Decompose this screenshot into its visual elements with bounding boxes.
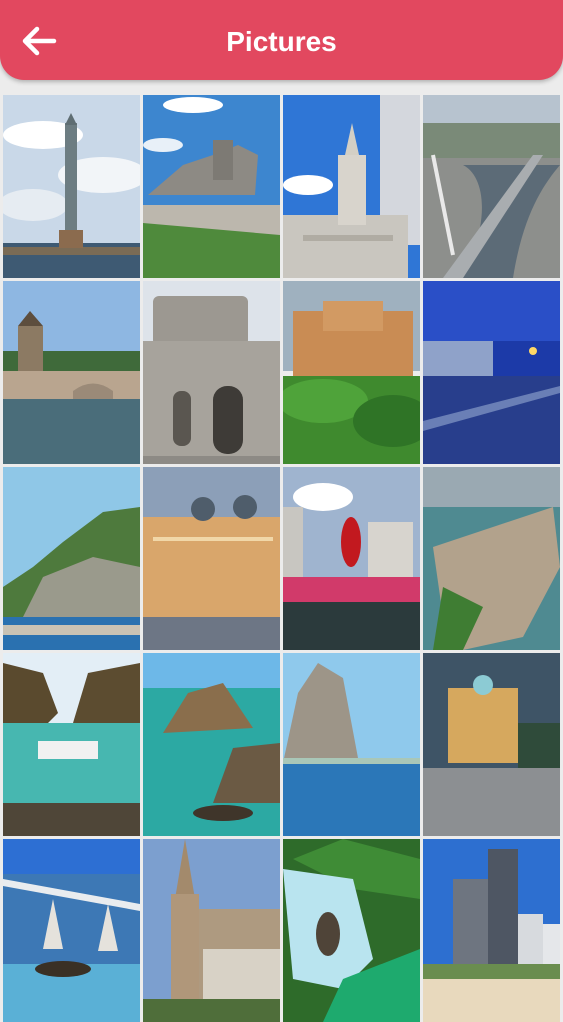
photo-sea-rocks-island[interactable] xyxy=(143,653,280,836)
photo-rooster-sculpture-bridge[interactable] xyxy=(283,467,420,650)
back-button[interactable] xyxy=(14,18,64,64)
photo-domed-palace-illuminated[interactable] xyxy=(143,467,280,650)
photo-bandeiras-monument[interactable] xyxy=(143,95,280,278)
page-title: Pictures xyxy=(226,26,337,57)
photo-boat-cove[interactable] xyxy=(3,653,140,836)
photo-cable-bridge-aerial[interactable] xyxy=(423,95,560,278)
photo-modern-palace-sculpture[interactable] xyxy=(3,839,140,1022)
photo-ornate-building-garden[interactable] xyxy=(283,281,420,464)
photo-rock-pinnacle-sea[interactable] xyxy=(283,653,420,836)
photo-temple-skyscraper[interactable] xyxy=(283,95,420,278)
photo-waterfall[interactable] xyxy=(283,839,420,1022)
photo-aerial-peninsula-city[interactable] xyxy=(423,467,560,650)
photo-beach-skyscrapers[interactable] xyxy=(423,839,560,1022)
photo-canal-tower-village[interactable] xyxy=(3,281,140,464)
app-bar: Pictures xyxy=(0,0,563,80)
photo-stone-rotunda-church[interactable] xyxy=(143,281,280,464)
photo-waterfront-promenade-night[interactable] xyxy=(423,281,560,464)
photo-grid xyxy=(3,95,560,1022)
photo-lit-palace-plaza[interactable] xyxy=(423,653,560,836)
photo-gothic-church[interactable] xyxy=(143,839,280,1022)
arrow-left-icon xyxy=(22,26,57,56)
photo-cliff-coast[interactable] xyxy=(3,467,140,650)
photo-sword-monument-tower[interactable] xyxy=(3,95,140,278)
